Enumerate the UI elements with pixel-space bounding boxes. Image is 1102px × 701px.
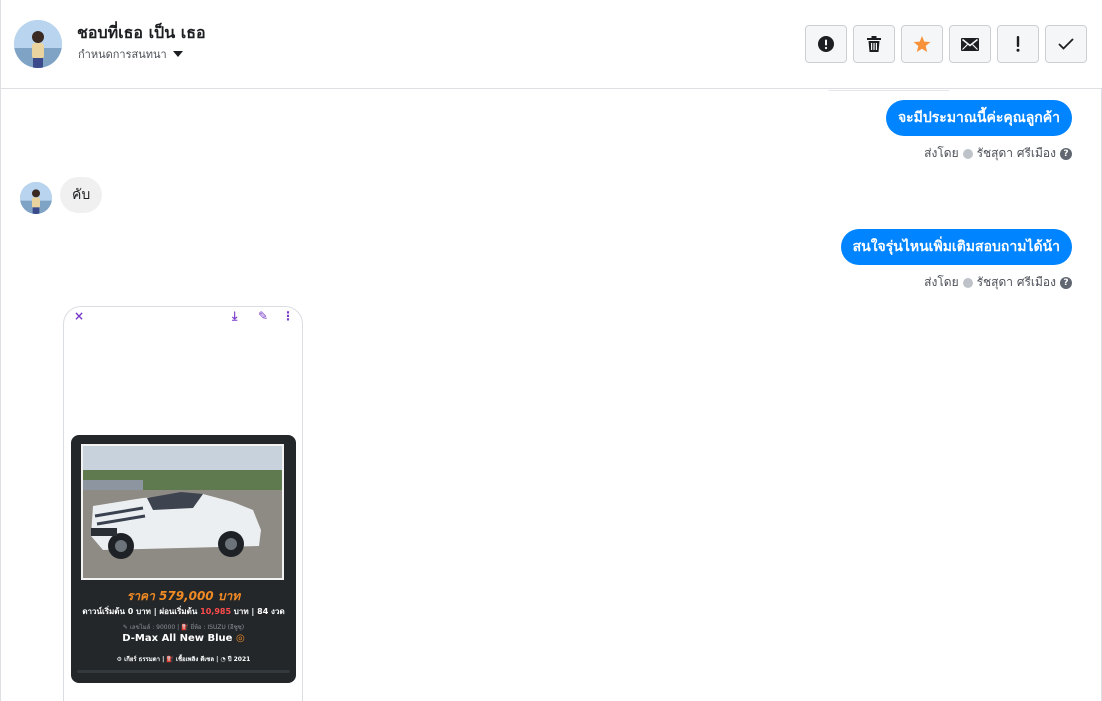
alert-circle-icon — [818, 36, 834, 52]
incoming-message-bubble[interactable]: คับ — [60, 177, 103, 213]
previous-message-edge — [827, 90, 951, 91]
more-icon: ⋮ — [282, 309, 294, 323]
sent-by-row: ส่งโดย รัชสุดา ศรีเมือง ? — [924, 144, 1072, 163]
conversation-panel: ชอบที่เธอ เป็น เธอ กำหนดการสนทนา จะมีประ… — [0, 0, 1102, 701]
sent-by-label: ส่งโดย — [924, 146, 959, 160]
sent-by-label: ส่งโดย — [924, 275, 959, 289]
contact-avatar-small[interactable] — [20, 182, 52, 214]
finance-terms: ดาวน์เริ่มต้น 0 บาท | ผ่อนเริ่มต้น 10,98… — [82, 607, 285, 616]
sent-by-row: ส่งโดย รัชสุดา ศรีเมือง ? — [924, 273, 1072, 292]
car-specs: ⚙ เกียร์ ธรรมดา | ⛽ เชื้อเพลิง ดีเซล | ◔… — [116, 656, 251, 663]
mark-unread-button[interactable] — [949, 25, 991, 63]
outgoing-message-bubble[interactable]: สนใจรุ่นไหนเพิ่มเติมสอบถามได้น้า — [840, 229, 1072, 265]
contact-avatar[interactable] — [14, 20, 62, 68]
card-footer-bar — [77, 670, 290, 673]
caret-down-icon — [172, 51, 183, 57]
car-tags: ✎ เลขไมล์ : 90000 | ⛽ ยี่ห้อ : ISUZU (อี… — [122, 624, 245, 631]
follow-up-button[interactable] — [997, 25, 1039, 63]
edit-icon: ✎ — [258, 309, 269, 323]
help-icon[interactable]: ? — [1060, 147, 1072, 160]
conversation-actions — [805, 25, 1087, 63]
sender-badge-icon — [962, 148, 973, 159]
delete-button[interactable] — [853, 25, 895, 63]
verified-icon: ◎ — [235, 633, 245, 644]
close-icon: × — [74, 309, 85, 323]
star-button[interactable] — [901, 25, 943, 63]
download-icon: ⤓ — [232, 309, 238, 323]
car-photo — [81, 444, 284, 580]
monthly-payment: 10,985 — [200, 607, 232, 616]
car-model: D-Max All New Blue ◎ — [71, 633, 296, 644]
sender-name: รัชสุดา ศรีเมือง — [976, 275, 1056, 289]
exclamation-icon — [1016, 36, 1020, 52]
sender-badge-icon — [962, 277, 973, 288]
message-list[interactable]: จะมีประมาณนี้ค่ะคุณลูกค้า ส่งโดย รัชสุดา… — [1, 90, 1102, 701]
car-price: ราคา 579,000 บาท — [126, 589, 241, 603]
checkmark-icon — [1058, 38, 1074, 50]
assign-conversation-dropdown[interactable]: กำหนดการสนทนา — [78, 45, 183, 63]
contact-name[interactable]: ชอบที่เธอ เป็น เธอ — [77, 21, 206, 46]
mark-spam-button[interactable] — [805, 25, 847, 63]
image-attachment[interactable]: × ⤓ ✎ ⋮ ราคา 579,000 บาท ดาวน์เริ่มต้น 0… — [63, 306, 303, 701]
help-icon[interactable]: ? — [1060, 276, 1072, 289]
image-toolbar: × ⤓ ✎ ⋮ — [64, 307, 302, 325]
car-model-name: D-Max All New Blue — [122, 633, 233, 644]
car-ad-card: ราคา 579,000 บาท ดาวน์เริ่มต้น 0 บาท | ผ… — [71, 435, 296, 683]
trash-icon — [867, 36, 881, 52]
envelope-icon — [961, 37, 979, 51]
assign-label: กำหนดการสนทนา — [78, 48, 167, 61]
star-icon — [913, 35, 931, 52]
outgoing-message-bubble[interactable]: จะมีประมาณนี้ค่ะคุณลูกค้า — [885, 100, 1072, 136]
mark-done-button[interactable] — [1045, 25, 1087, 63]
conversation-header: ชอบที่เธอ เป็น เธอ กำหนดการสนทนา — [1, 0, 1102, 89]
sender-name: รัชสุดา ศรีเมือง — [976, 146, 1056, 160]
